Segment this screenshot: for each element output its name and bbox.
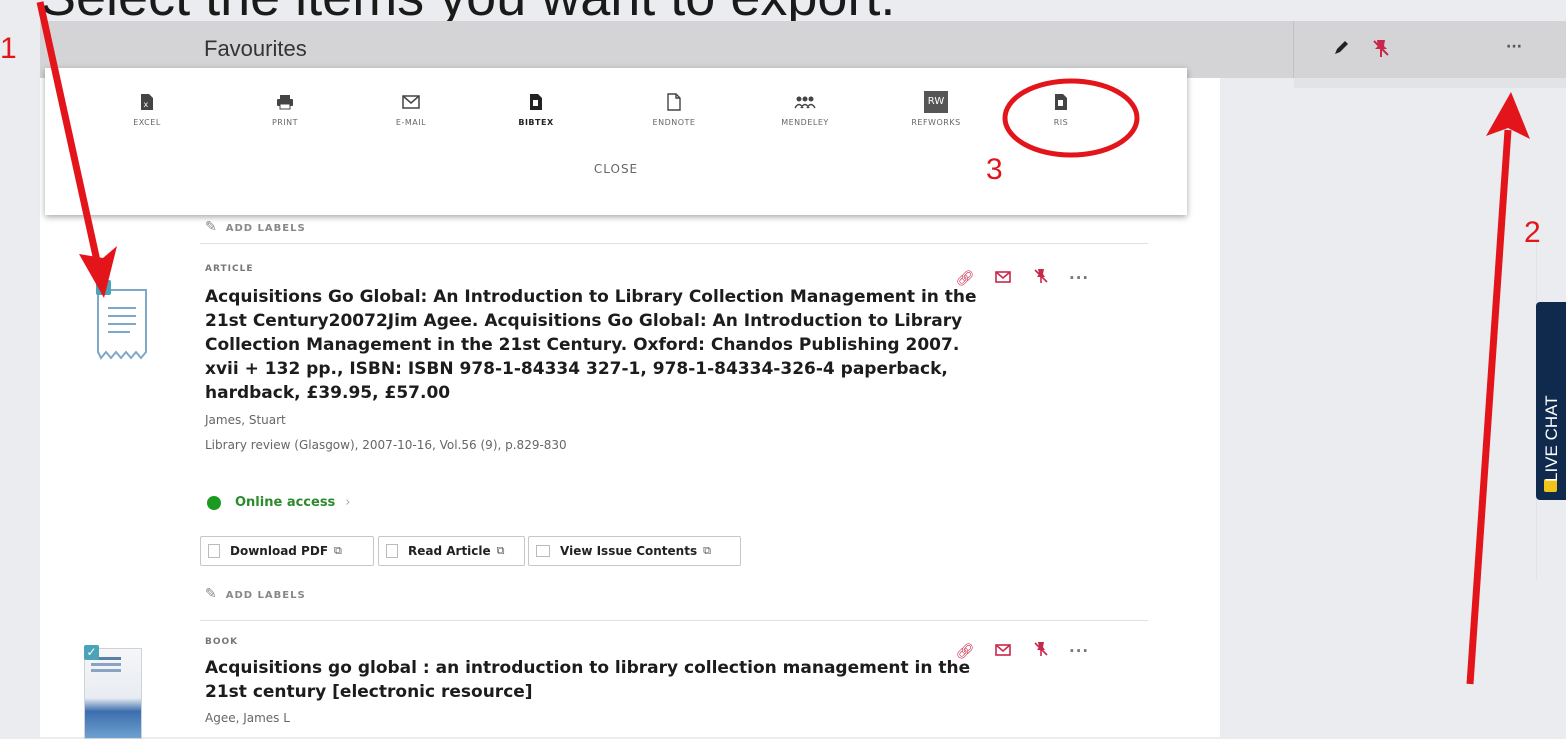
item-checkbox[interactable]: ✓ bbox=[84, 645, 99, 660]
unpin-icon[interactable] bbox=[1031, 641, 1051, 661]
item-title[interactable]: Acquisitions go global : an introduction… bbox=[205, 656, 970, 704]
divider bbox=[200, 620, 1148, 621]
pencil-icon[interactable] bbox=[1332, 37, 1352, 62]
item-title[interactable]: Acquisitions Go Global: An Introduction … bbox=[205, 285, 977, 405]
print-icon bbox=[277, 95, 293, 110]
annotation-arrow-2 bbox=[1466, 92, 1530, 685]
item-checkbox[interactable]: ✓ bbox=[96, 280, 111, 295]
add-labels-button[interactable]: ✎ ADD LABELS bbox=[205, 586, 306, 602]
excel-icon: x bbox=[141, 94, 153, 110]
export-menu: x EXCEL PRINT E-MAIL BIBTEX ENDNOTE MEND… bbox=[45, 68, 1187, 215]
export-excel-button[interactable]: x EXCEL bbox=[102, 88, 192, 127]
more-options-button[interactable]: ··· bbox=[1506, 35, 1522, 59]
book-icon bbox=[536, 545, 550, 557]
item-author[interactable]: Agee, James L bbox=[205, 711, 290, 725]
callout-number-2: 2 bbox=[1524, 216, 1541, 249]
right-panel bbox=[1294, 78, 1566, 88]
title-line: 21st century [electronic resource] bbox=[205, 682, 533, 702]
email-icon[interactable] bbox=[993, 269, 1013, 287]
mendeley-icon bbox=[794, 96, 816, 109]
svg-text:x: x bbox=[144, 100, 149, 109]
external-link-icon: ⧉ bbox=[334, 544, 342, 557]
export-bibtex-button[interactable]: BIBTEX bbox=[491, 88, 581, 127]
header-divider bbox=[1293, 21, 1294, 78]
close-export-menu-button[interactable]: CLOSE bbox=[45, 162, 1187, 176]
unpin-icon[interactable] bbox=[1031, 268, 1051, 288]
pencil-icon: ✎ bbox=[205, 586, 218, 602]
document-icon bbox=[386, 544, 398, 558]
export-mendeley-button[interactable]: MENDELEY bbox=[760, 88, 850, 127]
export-email-button[interactable]: E-MAIL bbox=[366, 88, 456, 127]
callout-number-3: 3 bbox=[986, 153, 1003, 186]
unpin-icon[interactable] bbox=[1370, 37, 1392, 64]
read-article-button[interactable]: Read Article ⧉ bbox=[378, 536, 525, 566]
item-actions: 🔗︎ ··· bbox=[955, 641, 1089, 661]
download-pdf-button[interactable]: Download PDF ⧉ bbox=[200, 536, 374, 566]
email-icon bbox=[402, 95, 420, 109]
title-line: Acquisitions Go Global: An Introduction … bbox=[205, 287, 977, 307]
item-source: Library review (Glasgow), 2007-10-16, Vo… bbox=[205, 438, 567, 452]
pdf-icon bbox=[208, 544, 220, 558]
bibtex-icon bbox=[530, 94, 542, 110]
chevron-right-icon: › bbox=[345, 495, 351, 510]
refworks-icon: RW bbox=[924, 91, 948, 113]
add-labels-button[interactable]: ✎ ADD LABELS bbox=[205, 219, 306, 235]
live-chat-button[interactable]: LIVE CHAT bbox=[1536, 302, 1566, 500]
item-type-label: BOOK bbox=[205, 637, 239, 647]
external-link-icon: ⧉ bbox=[703, 544, 711, 557]
view-issue-contents-button[interactable]: View Issue Contents ⧉ bbox=[528, 536, 741, 566]
item-more-button[interactable]: ··· bbox=[1069, 642, 1089, 660]
export-endnote-button[interactable]: ENDNOTE bbox=[629, 88, 719, 127]
page-title: Favourites bbox=[204, 36, 307, 61]
export-ris-button[interactable]: RIS bbox=[1016, 88, 1106, 127]
title-line: xvii + 132 pp., ISBN: ISBN 978-1-84334 3… bbox=[205, 359, 948, 379]
title-line: hardback, £39.95, £57.00 bbox=[205, 383, 451, 403]
online-access-link[interactable]: Online access › bbox=[207, 495, 351, 510]
title-line: Collection Management in the 21st Centur… bbox=[205, 335, 960, 355]
export-print-button[interactable]: PRINT bbox=[240, 88, 330, 127]
divider bbox=[200, 243, 1148, 244]
item-type-label: ARTICLE bbox=[205, 264, 254, 274]
pencil-icon: ✎ bbox=[205, 219, 218, 235]
title-line: Acquisitions go global : an introduction… bbox=[205, 658, 971, 678]
endnote-icon bbox=[667, 93, 681, 111]
article-thumbnail-icon bbox=[97, 289, 147, 360]
email-icon[interactable] bbox=[993, 642, 1013, 660]
external-link-icon: ⧉ bbox=[496, 544, 505, 557]
callout-number-1: 1 bbox=[0, 32, 17, 65]
availability-dot-icon bbox=[207, 495, 221, 510]
book-cover-thumbnail bbox=[84, 648, 142, 739]
export-refworks-button[interactable]: RW REFWORKS bbox=[891, 88, 981, 127]
title-line: 21st Century20072Jim Agee. Acquisitions … bbox=[205, 311, 963, 331]
ris-icon bbox=[1055, 94, 1067, 110]
item-more-button[interactable]: ··· bbox=[1069, 269, 1089, 287]
item-author[interactable]: James, Stuart bbox=[205, 413, 286, 427]
